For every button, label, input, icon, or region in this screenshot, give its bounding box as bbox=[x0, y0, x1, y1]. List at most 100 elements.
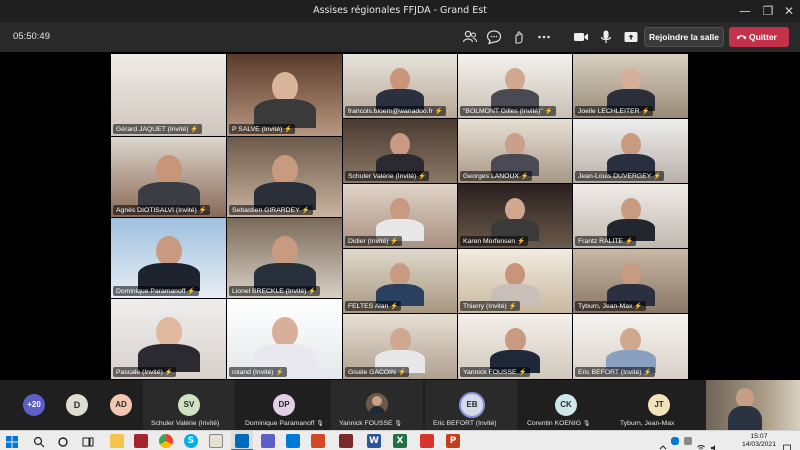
edge-icon[interactable] bbox=[286, 434, 300, 448]
avatar-d[interactable]: D bbox=[66, 394, 88, 416]
video-tile[interactable]: FELTES Alan ⚡ bbox=[343, 249, 457, 313]
participant-silhouette bbox=[505, 328, 526, 352]
video-tile[interactable]: Jean-Louis DUVERGEY ⚡ bbox=[573, 119, 688, 183]
video-tile[interactable]: Agnès DIOTISALVI (Invité) ⚡ bbox=[111, 137, 226, 217]
app-icon-tools[interactable] bbox=[209, 434, 223, 448]
strip-tile-koenig[interactable]: CK Corentin KOENIG 🎙 bbox=[519, 380, 611, 430]
muted-mic-icon: ⚡ bbox=[518, 369, 527, 376]
video-tile[interactable]: Dominique Paramanoff ⚡ bbox=[111, 218, 226, 298]
strip-tile-paramanoff[interactable]: DP Dominique Paramanoff 🎙 bbox=[237, 380, 329, 430]
video-tile[interactable]: Lionel BRECKLE (Invité) ⚡ bbox=[227, 218, 342, 298]
more-options-icon[interactable] bbox=[535, 28, 553, 46]
app-icon-dark-red[interactable] bbox=[339, 434, 353, 448]
app-icon-red[interactable] bbox=[134, 434, 148, 448]
strip-tile-tyburn[interactable]: JT Tyburn, Jean-Max bbox=[612, 380, 704, 430]
video-tile[interactable]: francois.bloem@wanadoo.fr ⚡ bbox=[343, 54, 457, 118]
video-tile[interactable]: Thierry (Invité) ⚡ bbox=[458, 249, 572, 313]
muted-mic-icon: ⚡ bbox=[643, 369, 652, 376]
participant-name-text: Agnès DIOTISALVI (Invité) bbox=[116, 207, 197, 214]
chat-icon[interactable] bbox=[485, 28, 503, 46]
cortana-icon[interactable] bbox=[56, 434, 70, 448]
video-tile[interactable]: "BOLMONT Gilles (Invité)" ⚡ bbox=[458, 54, 572, 118]
skype-icon[interactable]: S bbox=[184, 434, 198, 448]
participant-name: Tyburn, Jean-Max ⚡ bbox=[575, 301, 646, 311]
participant-silhouette bbox=[272, 72, 298, 102]
strip-tile-schuler[interactable]: SV Schuler Valérie (Invité) bbox=[143, 380, 235, 430]
video-tile[interactable]: P SALVE (Invité) ⚡ bbox=[227, 54, 342, 136]
windows-start-icon[interactable] bbox=[5, 434, 19, 448]
muted-mic-icon: ⚡ bbox=[434, 108, 443, 115]
video-tile[interactable]: Georges LANOUX ⚡ bbox=[458, 119, 572, 183]
participant-name-text: Dominique Paramanoff bbox=[116, 288, 186, 295]
self-view-video[interactable] bbox=[706, 380, 800, 430]
camera-icon[interactable] bbox=[572, 28, 590, 46]
muted-mic-icon: ⚡ bbox=[187, 288, 196, 295]
participant-silhouette bbox=[390, 198, 410, 221]
video-tile[interactable]: Gisèle GACOIN ⚡ bbox=[343, 314, 457, 379]
maximize-button[interactable]: ❐ bbox=[757, 2, 779, 20]
video-tile[interactable]: Eric BEFORT (Invité) ⚡ bbox=[573, 314, 688, 379]
search-icon[interactable] bbox=[32, 434, 46, 448]
participant-name: Joelle LECHLEITER ⚡ bbox=[575, 106, 653, 116]
muted-mic-icon: ⚡ bbox=[275, 369, 284, 376]
avatar-ad[interactable]: AD bbox=[110, 394, 132, 416]
notification-chevron-icon[interactable] bbox=[659, 437, 667, 450]
video-tile[interactable]: Pascale (Invité) ⚡ bbox=[111, 299, 226, 379]
share-screen-icon[interactable] bbox=[622, 28, 640, 46]
taskbar-clock[interactable]: 15:07 14/03/2021 bbox=[742, 433, 776, 449]
task-view-icon[interactable] bbox=[81, 434, 95, 448]
overflow-participants-button[interactable]: +20 bbox=[23, 394, 45, 416]
strip-name: Corentin KOENIG 🎙 bbox=[527, 420, 591, 427]
file-explorer-icon[interactable] bbox=[110, 434, 124, 448]
acrobat-icon[interactable] bbox=[420, 434, 434, 448]
video-grid: Gérard JAQUET (Invité) ⚡ P SALVE (Invité) ⚡… bbox=[0, 52, 800, 380]
participant-silhouette bbox=[390, 68, 410, 91]
muted-mic-icon: ⚡ bbox=[517, 238, 526, 245]
close-window-button[interactable]: ✕ bbox=[778, 2, 800, 20]
video-tile[interactable]: Schuler Valérie (Invité) ⚡ bbox=[343, 119, 457, 183]
word-icon[interactable]: W bbox=[367, 434, 381, 448]
strip-tile-befort[interactable]: EB Eric BEFORT (Invité) bbox=[425, 380, 517, 430]
participant-name: Sebastien GIRARDEY ⚡ bbox=[229, 205, 313, 215]
chrome-icon[interactable] bbox=[159, 434, 173, 448]
participant-silhouette bbox=[156, 155, 182, 185]
participant-silhouette bbox=[272, 155, 298, 185]
participant-silhouette bbox=[272, 317, 298, 347]
participant-name-text: Sebastien GIRARDEY bbox=[232, 207, 300, 214]
powerpoint-icon[interactable]: P bbox=[446, 434, 460, 448]
video-tile[interactable]: Didier (Invité) ⚡ bbox=[343, 184, 457, 248]
app-icon-orange[interactable] bbox=[311, 434, 325, 448]
video-tile[interactable]: Sebastien GIRARDEY ⚡ bbox=[227, 137, 342, 217]
people-icon[interactable] bbox=[461, 28, 479, 46]
volume-icon[interactable] bbox=[710, 437, 718, 450]
participant-name-text: Jean-Louis DUVERGEY bbox=[578, 173, 652, 180]
participant-name-text: "BOLMONT Gilles (Invité)" bbox=[463, 108, 543, 115]
participant-name: P SALVE (Invité) ⚡ bbox=[229, 124, 296, 134]
join-room-button[interactable]: Rejoindre la salle bbox=[644, 27, 724, 47]
minimize-button[interactable]: — bbox=[734, 2, 756, 20]
teams-icon[interactable] bbox=[261, 434, 275, 448]
microphone-icon[interactable] bbox=[597, 28, 615, 46]
action-center-icon[interactable] bbox=[783, 437, 791, 450]
battery-icon[interactable] bbox=[684, 437, 692, 445]
participant-name-text: Thierry (Invité) bbox=[463, 303, 507, 310]
onedrive-icon[interactable] bbox=[671, 437, 679, 445]
video-tile[interactable]: Joelle LECHLEITER ⚡ bbox=[573, 54, 688, 118]
video-tile[interactable]: Tyburn, Jean-Max ⚡ bbox=[573, 249, 688, 313]
video-tile[interactable]: Karen Morfensen ⚡ bbox=[458, 184, 572, 248]
video-tile[interactable]: Yannick FOUSSE ⚡ bbox=[458, 314, 572, 379]
participant-name: Karen Morfensen ⚡ bbox=[460, 236, 529, 246]
excel-icon[interactable]: X bbox=[393, 434, 407, 448]
video-tile[interactable]: Frantz RALITE ⚡ bbox=[573, 184, 688, 248]
video-tile[interactable]: Gérard JAQUET (Invité) ⚡ bbox=[111, 54, 226, 136]
windows-taskbar: S W X P 15:07 14/03/2021 bbox=[0, 430, 800, 450]
participant-name-text: Schuler Valérie (Invité) bbox=[348, 173, 417, 180]
wifi-icon[interactable] bbox=[697, 437, 705, 450]
participant-name-text: Didier (Invité) bbox=[348, 238, 389, 245]
muted-mic-icon: ⚡ bbox=[284, 126, 293, 133]
reactions-icon[interactable] bbox=[510, 28, 528, 46]
video-tile[interactable]: roland (Invité) ⚡ bbox=[227, 299, 342, 379]
leave-meeting-button[interactable]: Quitter bbox=[729, 27, 789, 47]
strip-tile-fousse[interactable]: Yannick FOUSSE 🎙 bbox=[331, 380, 423, 430]
avatar-photo bbox=[366, 393, 388, 415]
